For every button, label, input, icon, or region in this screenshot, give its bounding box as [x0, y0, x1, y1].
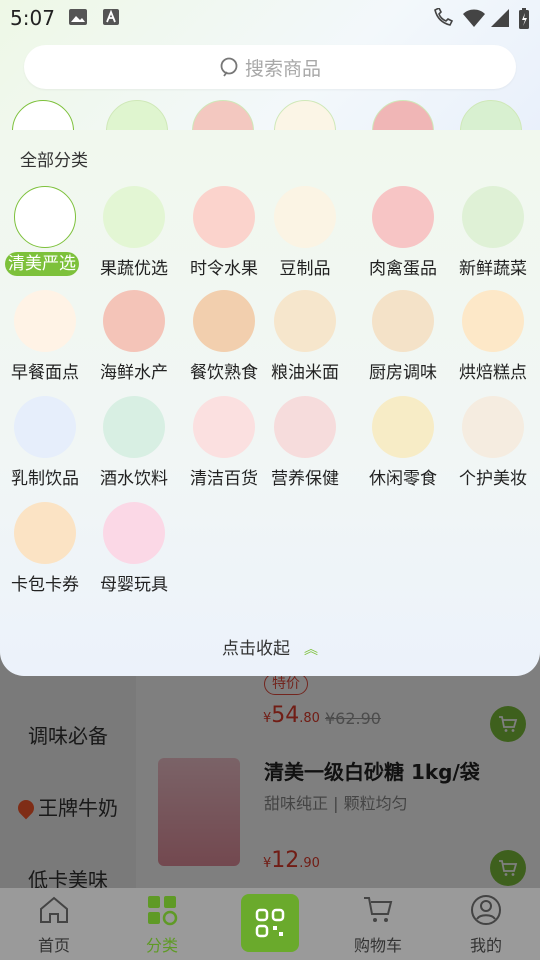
nav-scan[interactable]: [216, 888, 324, 960]
nav-home[interactable]: 首页: [0, 888, 108, 960]
category-label: 卡包卡券: [11, 575, 79, 595]
status-time: 5:07: [10, 6, 55, 30]
dairy-icon: [14, 396, 76, 458]
category-label: 酒水饮料: [100, 469, 168, 489]
category-label: 新鲜蔬菜: [459, 259, 527, 279]
lotion-icon: [462, 396, 524, 458]
category-item[interactable]: 个护美妆: [448, 396, 538, 496]
scan-icon: [255, 908, 285, 938]
vegetables-icon: [462, 186, 524, 248]
watermelon-grapes-icon: [193, 186, 255, 248]
phone-wifi-icon: [434, 8, 454, 26]
category-label: 肉禽蛋品: [369, 259, 437, 279]
category-label: 清洁百货: [190, 469, 258, 489]
mother-baby-icon: [103, 502, 165, 564]
category-label: 母婴玩具: [100, 575, 168, 595]
oil-rice-icon: [274, 290, 336, 352]
category-label: 乳制饮品: [11, 469, 79, 489]
home-icon: [40, 896, 68, 923]
search-icon: [220, 57, 238, 77]
top-header: 5:07 搜索商品: [0, 0, 540, 140]
condiment-icon: [372, 290, 434, 352]
category-item[interactable]: 烘焙糕点: [448, 290, 538, 390]
category-item[interactable]: 酒水饮料: [89, 396, 179, 496]
nav-profile[interactable]: 我的: [432, 888, 540, 960]
category-item[interactable]: 厨房调味: [358, 290, 448, 390]
search-placeholder: 搜索商品: [244, 57, 321, 80]
nav-label: 购物车: [353, 936, 402, 955]
search-bar[interactable]: 搜索商品: [24, 45, 516, 89]
category-item[interactable]: 豆制品: [260, 186, 350, 286]
category-label: 果蔬优选: [100, 259, 168, 279]
category-label: 粮油米面: [271, 363, 339, 383]
category-label: 休闲零食: [369, 469, 437, 489]
category-icon: [148, 896, 178, 926]
gift-card-icon: [14, 502, 76, 564]
category-label: 早餐面点: [11, 363, 79, 383]
category-item[interactable]: 母婴玩具: [89, 502, 179, 602]
category-item[interactable]: 营养保健: [260, 396, 350, 496]
meat-icon: [372, 186, 434, 248]
cooked-food-icon: [193, 290, 255, 352]
fruit-basket-icon: [103, 186, 165, 248]
panel-title: 全部分类: [20, 151, 88, 171]
image-icon: [69, 9, 87, 25]
nav-label: 我的: [469, 936, 502, 955]
supplement-icon: [274, 396, 336, 458]
category-label: 清美严选: [5, 252, 79, 276]
beer-can-icon: [103, 396, 165, 458]
battery-icon: [519, 8, 529, 29]
chevron-up-icon: ︽: [304, 642, 318, 658]
scan-button[interactable]: [241, 894, 299, 952]
category-label: 烘焙糕点: [459, 363, 527, 383]
category-item[interactable]: 早餐面点: [0, 290, 90, 390]
font-icon: [103, 9, 119, 25]
qingmei-logo-icon: [14, 186, 76, 248]
nav-category[interactable]: 分类: [108, 888, 216, 960]
category-item[interactable]: 休闲零食: [358, 396, 448, 496]
status-bar: 5:07: [0, 0, 540, 36]
category-label: 厨房调味: [369, 363, 437, 383]
noodle-bowl-icon: [14, 290, 76, 352]
category-item[interactable]: 肉禽蛋品: [358, 186, 448, 286]
category-panel: 全部分类 清美严选 果蔬优选 时令水果 豆制品 肉禽蛋品 新鲜蔬菜早餐面点 海鲜水产 餐饮熟食…: [0, 130, 540, 676]
category-label: 时令水果: [190, 259, 258, 279]
category-item[interactable]: 时令水果: [179, 186, 269, 286]
category-label: 个护美妆: [459, 469, 527, 489]
cake-icon: [462, 290, 524, 352]
category-item[interactable]: 新鲜蔬菜: [448, 186, 538, 286]
bottom-nav: 首页 分类 购物车 我的: [0, 888, 540, 960]
category-item[interactable]: 卡包卡券: [0, 502, 90, 602]
category-label: 营养保健: [271, 469, 339, 489]
category-label: 餐饮熟食: [190, 363, 258, 383]
cart-icon: [364, 897, 393, 922]
category-item[interactable]: 餐饮熟食: [179, 290, 269, 390]
category-item[interactable]: 果蔬优选: [89, 186, 179, 286]
category-item[interactable]: 粮油米面: [260, 290, 350, 390]
soy-milk-icon: [274, 186, 336, 248]
profile-icon: [471, 895, 501, 925]
category-item[interactable]: 海鲜水产: [89, 290, 179, 390]
snack-icon: [372, 396, 434, 458]
crayfish-icon: [103, 290, 165, 352]
nav-label: 分类: [145, 936, 178, 955]
detergent-icon: [193, 396, 255, 458]
category-label: 豆制品: [279, 259, 331, 279]
collapse-label: 点击收起: [222, 639, 290, 659]
nav-label: 首页: [37, 936, 70, 955]
category-item[interactable]: 乳制饮品: [0, 396, 90, 496]
signal-icon: [491, 9, 509, 27]
wifi-icon: [463, 9, 485, 27]
category-item[interactable]: 清美严选: [0, 186, 90, 286]
category-label: 海鲜水产: [100, 363, 168, 383]
collapse-button[interactable]: 点击收起 ︽: [0, 634, 540, 659]
nav-cart[interactable]: 购物车: [324, 888, 432, 960]
category-item[interactable]: 清洁百货: [179, 396, 269, 496]
